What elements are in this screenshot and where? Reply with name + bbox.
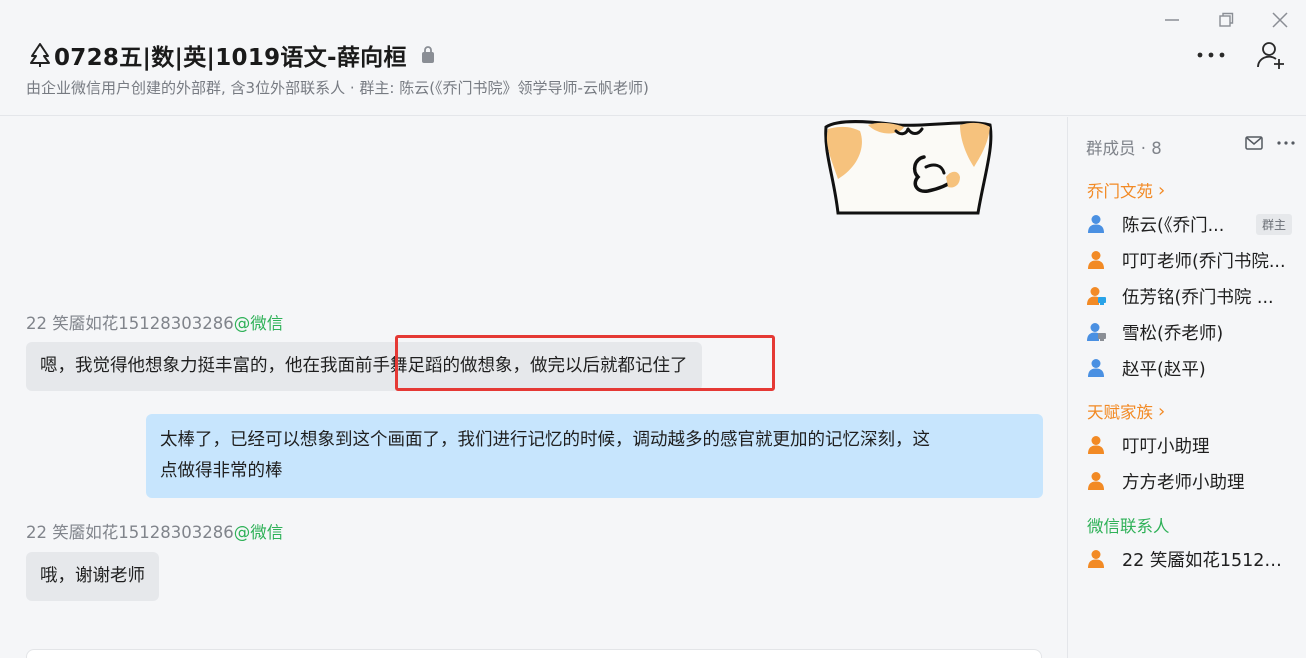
message-list[interactable]: 22 笑靥如花15128303286@微信 嗯，我觉得他想象力挺丰富的，他在我面… [0,117,1067,658]
person-pc-icon [1087,286,1106,306]
member-name: 叮叮小助理 [1122,436,1210,457]
chevron-right-icon: › [1158,179,1166,201]
member-item[interactable]: 赵平(赵平) [1087,354,1292,382]
section-tianfu[interactable]: 天赋家族 › [1087,399,1165,423]
message-line: 太棒了，已经可以想象到这个画面了，我们进行记忆的时候，调动越多的感官就更加的记忆… [160,430,930,450]
member-name: 陈云(《乔门... [1122,215,1225,236]
title-row: 0728五|数|英|1019语文-薛向桓 [26,38,435,72]
sender-source: @微信 [233,523,284,542]
member-panel-tools [1244,133,1296,153]
message-sender[interactable]: 22 笑靥如花15128303286@微信 [26,519,283,543]
person-pc-icon [1087,322,1106,342]
member-item[interactable]: 雪松(乔老师) [1087,318,1292,346]
member-item[interactable]: 22 笑靥如花15128... [1087,545,1292,573]
restore-icon[interactable] [1214,8,1238,32]
window-controls [1160,8,1292,32]
header-actions [1194,38,1288,72]
group-title[interactable]: 0728五|数|英|1019语文-薛向桓 [54,38,407,72]
member-more-icon[interactable] [1276,133,1296,153]
person-icon [1087,214,1105,234]
chevron-right-icon: › [1158,400,1166,422]
person-icon [1087,549,1105,569]
minimize-icon[interactable] [1160,8,1184,32]
member-name: 伍芳铭(乔门书院 ... [1122,287,1274,308]
owner-badge: 群主 [1255,213,1292,235]
person-icon [1087,435,1105,455]
member-name: 赵平(赵平) [1122,359,1206,380]
member-count-title: 群成员 · 8 [1086,139,1162,158]
member-name: 叮叮老师(乔门书院... [1122,251,1286,272]
member-name: 22 笑靥如花15128... [1122,550,1292,571]
member-item[interactable]: 叮叮小助理 [1087,431,1292,459]
member-name: 雪松(乔老师) [1122,323,1224,344]
more-options-icon[interactable] [1194,38,1228,72]
person-icon [1087,471,1105,491]
member-item[interactable]: 方方老师小助理 [1087,467,1292,495]
chat-header: 0728五|数|英|1019语文-薛向桓 由企业微信用户创建的外部群, 含3位外… [0,0,1306,116]
mail-icon[interactable] [1244,133,1264,153]
member-item[interactable]: 陈云(《乔门... 群主 [1087,210,1292,238]
sender-source: @微信 [233,314,284,333]
message-bubble-incoming[interactable]: 哦，谢谢老师 [26,552,159,601]
member-name: 方方老师小助理 [1122,472,1245,493]
group-subtitle: 由企业微信用户创建的外部群, 含3位外部联系人 · 群主: 陈云(《乔门书院》领… [26,79,649,97]
person-icon [1087,358,1105,378]
section-label: 微信联系人 [1087,517,1170,536]
section-qiaomen[interactable]: 乔门文苑 › [1087,178,1165,202]
member-item[interactable]: 伍芳铭(乔门书院 ... [1087,282,1292,310]
section-label: 乔门文苑 [1087,182,1153,201]
message-line: 点做得非常的棒 [160,461,283,481]
member-item[interactable]: 叮叮老师(乔门书院... [1087,246,1292,274]
lock-icon [421,46,435,64]
member-panel: 群成员 · 8 乔门文苑 › 陈云(《乔门... 群主 叮叮老师(乔门书院...… [1067,117,1306,658]
group-tree-icon [26,41,54,69]
highlight-annotation [395,335,775,391]
sender-name: 22 笑靥如花15128303286 [26,314,234,333]
message-sender[interactable]: 22 笑靥如花15128303286@微信 [26,310,283,334]
section-wechat-contacts: 微信联系人 [1087,513,1170,537]
message-bubble-outgoing[interactable]: 太棒了，已经可以想象到这个画面了，我们进行记忆的时候，调动越多的感官就更加的记忆… [146,414,1043,498]
section-label: 天赋家族 [1087,403,1153,422]
person-icon [1087,250,1105,270]
close-icon[interactable] [1268,8,1292,32]
add-member-icon[interactable] [1254,38,1288,72]
message-composer[interactable] [26,649,1042,658]
cat-sticker-image[interactable] [808,117,1008,217]
sender-name: 22 笑靥如花15128303286 [26,523,234,542]
